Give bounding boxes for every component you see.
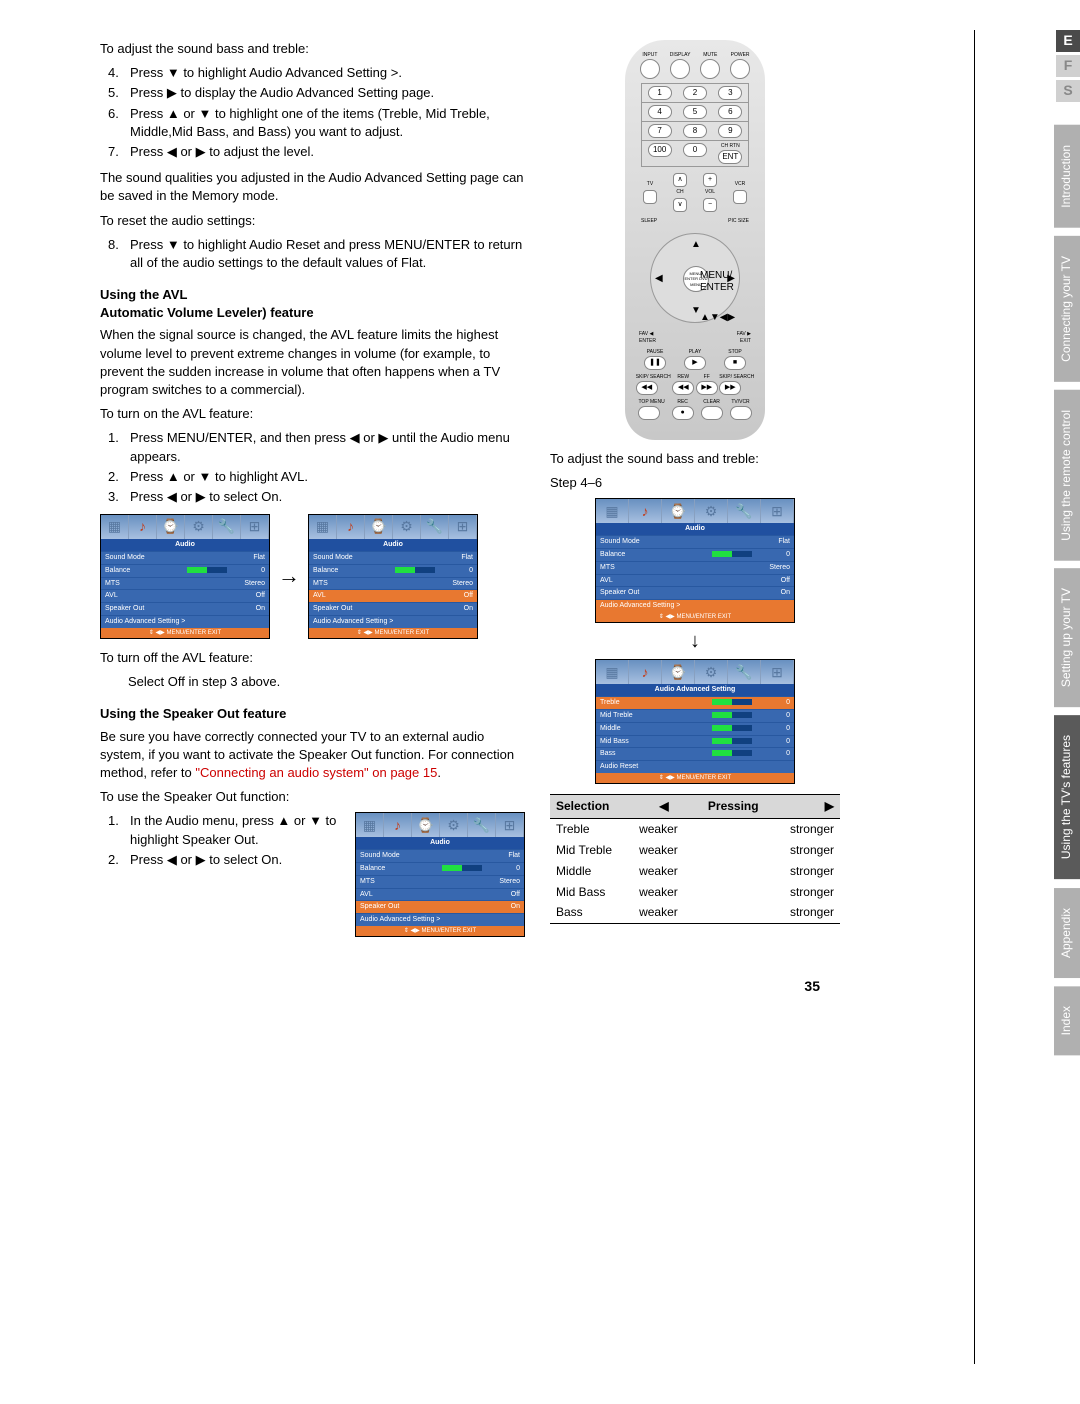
heading-speaker-out: Using the Speaker Out feature [100, 705, 525, 723]
table-row: Mid Trebleweakerstronger [550, 840, 840, 861]
right-column: INPUT DISPLAY MUTE POWER 123 456 789 100… [550, 40, 840, 937]
chapter-tab: Using the remote control [1054, 390, 1080, 561]
lang-tab-e: E [1056, 30, 1080, 52]
speaker-out-use: To use the Speaker Out function: [100, 788, 525, 806]
steps-avl: 1.Press MENU/ENTER, and then press ◀ or … [108, 429, 525, 506]
table-row: Middleweakerstronger [550, 861, 840, 882]
manual-page: To adjust the sound bass and treble: 4.P… [0, 0, 870, 1037]
table-row: Mid Bassweakerstronger [550, 882, 840, 903]
link-connecting-audio: "Connecting an audio system" on page 15 [195, 765, 437, 780]
osd-menu-advanced-detail: ▦♪⌚ ⚙🔧⊞Audio Advanced SettingTreble0Mid … [595, 659, 795, 784]
heading-avl: Using the AVL Automatic Volume Leveler) … [100, 286, 525, 322]
steps-speaker: 1.In the Audio menu, press ▲ or ▼ to hig… [108, 812, 337, 871]
vol-down-icon: − [703, 198, 717, 212]
osd-menu-speaker: ▦♪⌚ ⚙🔧⊞AudioSound ModeFlatBalance0MTSSte… [355, 812, 525, 937]
chapter-tab: Using the TV's features [1054, 715, 1080, 879]
steps-adjust: 4.Press ▼ to highlight Audio Advanced Se… [108, 64, 525, 161]
dpad-up-icon: ▲ [691, 238, 701, 252]
remote-control-diagram: INPUT DISPLAY MUTE POWER 123 456 789 100… [625, 40, 765, 440]
osd-stack-right: ▦♪⌚ ⚙🔧⊞AudioSound ModeFlatBalance0MTSSte… [550, 498, 840, 784]
remote-callouts: MENU/ ENTER ▲▼◀▶ [700, 270, 735, 342]
remote-power-button [730, 59, 750, 79]
remote-pause-button: ❚❚ [644, 356, 666, 370]
side-tabs: E F S Introduction Connecting your TV Usin… [990, 30, 1080, 1063]
callout-menu-enter: MENU/ ENTER [700, 270, 735, 294]
remote-mute-button [700, 59, 720, 79]
intro-bass-treble: To adjust the sound bass and treble: [100, 40, 525, 58]
steps-reset: 8.Press ▼ to highlight Audio Reset and p… [108, 236, 525, 272]
vol-up-icon: + [703, 173, 717, 187]
reset-intro: To reset the audio settings: [100, 212, 525, 230]
table-row: Bassweakerstronger [550, 902, 840, 923]
chapter-tab: Introduction [1054, 125, 1080, 228]
ch-down-icon: ∨ [673, 198, 687, 212]
callout-arrows: ▲▼◀▶ [700, 312, 735, 324]
left-column: To adjust the sound bass and treble: 4.P… [100, 40, 525, 937]
chapter-tab: Setting up your TV [1054, 568, 1080, 707]
remote-input-button [640, 59, 660, 79]
lang-tab-s: S [1056, 80, 1080, 102]
dpad-left-icon: ◀ [655, 272, 663, 286]
remote-play-button: ▶ [684, 356, 706, 370]
page-number: 35 [100, 977, 820, 997]
arrow-down-icon: ↓ [690, 627, 700, 655]
osd-menu-advanced-parent: ▦♪⌚ ⚙🔧⊞AudioSound ModeFlatBalance0MTSSte… [595, 498, 795, 623]
selection-table: Selection ◀ Pressing ▶ Trebleweakerstron… [550, 794, 840, 924]
osd-menu-avl-before: ▦♪⌚ ⚙🔧⊞AudioSound ModeFlatBalance0MTSSte… [100, 514, 270, 639]
osd-menu-avl-after: ▦♪⌚ ⚙🔧⊞AudioSound ModeFlatBalance0MTSSte… [308, 514, 478, 639]
arrow-right-icon: → [278, 561, 300, 592]
remote-display-button [670, 59, 690, 79]
chapter-tab: Appendix [1054, 888, 1080, 978]
speaker-out-desc: Be sure you have correctly connected you… [100, 728, 525, 783]
avl-desc: When the signal source is changed, the A… [100, 326, 525, 399]
avl-on-intro: To turn on the AVL feature: [100, 405, 525, 423]
avl-off-intro: To turn off the AVL feature: [100, 649, 525, 667]
chapter-tab: Index [1054, 986, 1080, 1055]
ch-up-icon: ∧ [673, 173, 687, 187]
lang-tab-f: F [1056, 55, 1080, 77]
caption-step: Step 4–6 [550, 474, 840, 492]
caption-adjust: To adjust the sound bass and treble: [550, 450, 840, 468]
vertical-divider [974, 30, 975, 1364]
remote-stop-button: ■ [724, 356, 746, 370]
note-saved: The sound qualities you adjusted in the … [100, 169, 525, 205]
table-row: Trebleweakerstronger [550, 819, 840, 840]
osd-avl-before-after: ▦♪⌚ ⚙🔧⊞AudioSound ModeFlatBalance0MTSSte… [100, 514, 525, 639]
chapter-tab: Connecting your TV [1054, 236, 1080, 382]
avl-off-step: Select Off in step 3 above. [128, 673, 525, 691]
